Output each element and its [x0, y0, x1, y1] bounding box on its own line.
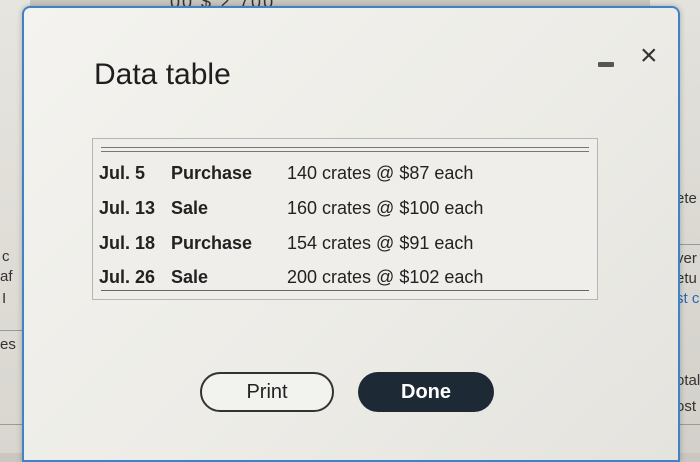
- row-detail: 200 crates @ $102 each: [287, 267, 484, 287]
- done-button[interactable]: Done: [358, 372, 494, 412]
- background-divider: [0, 424, 24, 425]
- close-icon[interactable]: ×: [640, 36, 658, 76]
- table-bottom-rule: [101, 290, 589, 291]
- row-detail: 154 crates @ $91 each: [287, 233, 474, 253]
- row-type: Purchase: [171, 233, 253, 253]
- row-detail: 140 crates @ $87 each: [287, 163, 474, 183]
- row-detail: 160 crates @ $100 each: [287, 198, 484, 218]
- background-fragment: af: [0, 268, 13, 285]
- row-date: Jul. 26: [99, 267, 156, 287]
- row-date: Jul. 13: [99, 198, 156, 218]
- row-type: Purchase: [171, 163, 253, 183]
- background-fragment: I: [2, 290, 7, 307]
- background-divider: [0, 330, 24, 331]
- print-button[interactable]: Print: [200, 372, 334, 412]
- background-fragment: c: [2, 248, 10, 265]
- row-type: Sale: [171, 198, 209, 218]
- data-table-dialog: Data table × Jul. 5 Purchase 140 crates …: [22, 6, 680, 462]
- table-top-rule: [101, 147, 589, 152]
- row-date: Jul. 18: [99, 233, 156, 253]
- minimize-icon[interactable]: [598, 62, 614, 67]
- dialog-title: Data table: [94, 58, 231, 91]
- data-table: Jul. 5 Purchase 140 crates @ $87 each Ju…: [92, 138, 598, 300]
- row-date: Jul. 5: [99, 163, 146, 183]
- background-fragment: es: [0, 336, 16, 353]
- row-type: Sale: [171, 267, 209, 287]
